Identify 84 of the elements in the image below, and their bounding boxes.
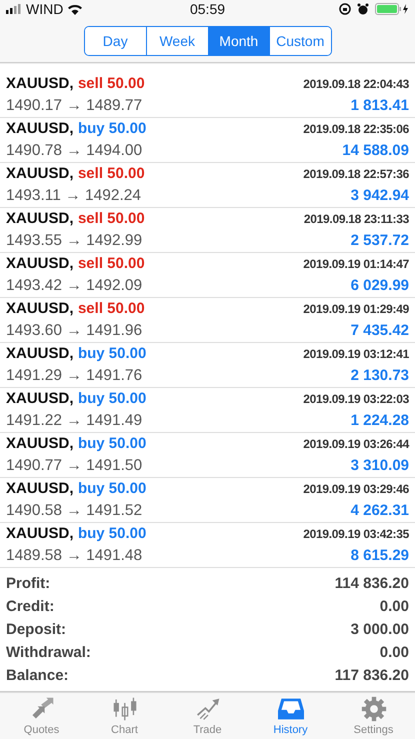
price-change: 1490.78 → 1494.00 (6, 142, 142, 160)
price-change: 1493.42 → 1492.09 (6, 276, 142, 295)
symbol-label: XAUUSD, (6, 344, 74, 362)
order-label: sell 50.00 (78, 164, 145, 182)
order-label: buy 50.00 (78, 524, 146, 542)
price-change: 1491.22 → 1491.49 (6, 412, 142, 430)
battery-icon (375, 3, 410, 16)
deal-time: 2019.09.19 03:12:41 (303, 346, 409, 361)
symbol-label: XAUUSD, (6, 210, 74, 227)
price-change: 1490.17 → 1489.77 (6, 96, 142, 115)
price-change: 1490.77 → 1491.50 (6, 456, 142, 475)
summary-label: Withdrawal: (6, 644, 91, 661)
deal-profit: 6 029.99 (350, 277, 409, 294)
order-label: sell 50.00 (78, 254, 145, 272)
symbol-label: XAUUSD, (6, 254, 74, 272)
summary-label: Balance: (6, 666, 69, 684)
price-change: 1489.58 → 1491.48 (6, 546, 142, 565)
carrier-name: WIND (26, 1, 64, 18)
deal-profit: 1 224.28 (350, 412, 409, 430)
deal-profit: 2 130.73 (350, 367, 409, 384)
summary-value: 0.00 (380, 598, 409, 615)
signal-icon (6, 4, 22, 14)
tab-bar-item[interactable]: History (249, 692, 332, 739)
deal-time: 2019.09.19 01:29:49 (303, 302, 409, 316)
order-label: sell 50.00 (78, 210, 145, 227)
deal-time: 2019.09.19 03:42:35 (303, 526, 409, 541)
symbol-label: XAUUSD, (6, 434, 74, 452)
deal-profit: 7 435.42 (350, 322, 409, 340)
alarm-icon (357, 3, 370, 16)
deal-time: 2019.09.19 03:29:46 (303, 482, 409, 496)
order-label: buy 50.00 (78, 120, 146, 137)
clock-time: 05:59 (190, 1, 226, 18)
deal-time: 2019.09.19 03:26:44 (303, 436, 409, 451)
order-label: buy 50.00 (78, 434, 146, 452)
order-label: buy 50.00 (78, 390, 146, 407)
price-change: 1491.29 → 1491.76 (6, 366, 142, 385)
symbol-label: XAUUSD, (6, 524, 74, 542)
deal-profit: 2 537.72 (350, 232, 409, 250)
symbol-label: XAUUSD, (6, 300, 74, 317)
period-tab[interactable]: Day (84, 26, 146, 55)
deal-time: 2019.09.18 22:04:43 (303, 76, 409, 91)
deal-time: 2019.09.19 01:14:47 (303, 256, 409, 271)
deal-time: 2019.09.18 22:35:06 (303, 122, 409, 136)
summary-label: Credit: (6, 598, 54, 615)
deal-profit: 14 588.09 (342, 142, 409, 160)
symbol-label: XAUUSD, (6, 164, 74, 182)
price-change: 1490.58 → 1491.52 (6, 502, 142, 520)
inbox-tray-icon (278, 696, 304, 722)
wifi-icon (67, 3, 84, 16)
tab-bar-item[interactable]: Quotes (0, 692, 83, 739)
trend-arrow-icon (194, 696, 220, 722)
tab-bar-item[interactable]: Settings (332, 692, 415, 739)
summary-label: Profit: (6, 574, 50, 592)
candlestick-icon (112, 696, 138, 722)
tab-bar-item[interactable]: Trade (166, 692, 249, 739)
deal-time: 2019.09.18 23:11:33 (304, 212, 409, 226)
summary-value: 0.00 (380, 644, 409, 661)
order-label: sell 50.00 (78, 74, 145, 92)
summary-value: 114 836.20 (334, 574, 409, 592)
deal-profit: 3 310.09 (350, 457, 409, 474)
symbol-label: XAUUSD, (6, 74, 74, 92)
period-tab[interactable]: Custom (269, 26, 330, 55)
tab-bar-item[interactable]: Chart (83, 692, 166, 739)
deal-time: 2019.09.19 03:22:03 (303, 392, 409, 406)
price-change: 1493.11 → 1492.24 (6, 186, 142, 205)
deal-profit: 8 615.29 (350, 547, 409, 564)
deal-profit: 3 942.94 (350, 187, 409, 204)
symbol-label: XAUUSD, (6, 480, 74, 497)
period-tab[interactable]: Month (208, 26, 269, 55)
symbol-label: XAUUSD, (6, 120, 74, 137)
summary-value: 117 836.20 (334, 666, 409, 684)
symbol-label: XAUUSD, (6, 390, 74, 407)
summary-value: 3 000.00 (350, 620, 409, 638)
order-label: buy 50.00 (78, 480, 146, 497)
price-change: 1493.60 → 1491.96 (6, 322, 142, 340)
summary-label: Deposit: (6, 620, 66, 638)
deal-time: 2019.09.18 22:57:36 (303, 166, 409, 181)
deal-profit: 4 262.31 (350, 502, 409, 520)
deal-profit: 1 813.41 (350, 97, 409, 114)
settings-icon (360, 696, 386, 722)
price-change: 1493.55 → 1492.99 (6, 232, 142, 250)
order-label: buy 50.00 (78, 344, 146, 362)
order-label: sell 50.00 (78, 300, 145, 317)
period-tab[interactable]: Week (146, 26, 208, 55)
